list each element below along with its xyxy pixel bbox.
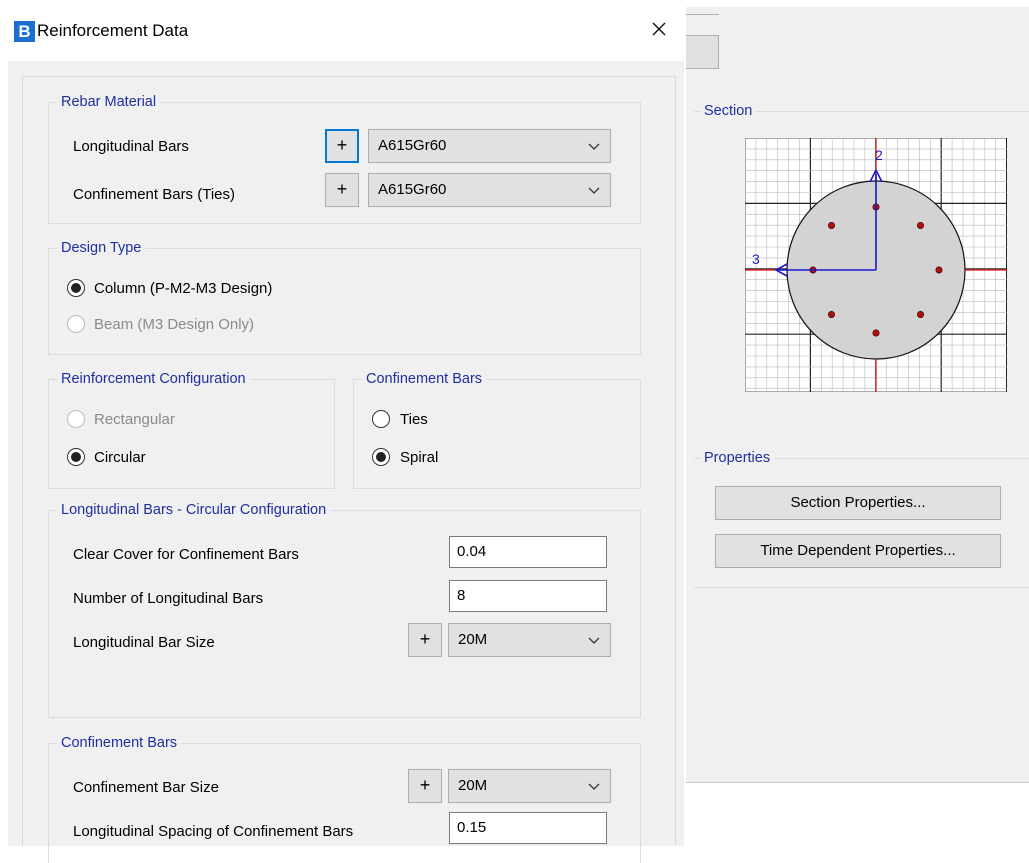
axis-3-label: 3 — [752, 251, 760, 267]
section-properties-button[interactable]: Section Properties... — [715, 486, 1001, 520]
properties-group: Properties — [694, 448, 1029, 588]
confinement-type-legend: Confinement Bars — [362, 369, 487, 389]
background-window: Section Properties Section Properties...… — [686, 0, 1029, 846]
longitudinal-bar-size-label: Longitudinal Bar Size — [73, 634, 215, 651]
rebar-dot — [828, 311, 836, 319]
chevron-down-icon — [588, 143, 600, 150]
clear-cover-input[interactable]: 0.04 — [449, 536, 607, 568]
confinement-bars-group: Confinement Bars — [48, 733, 641, 863]
confinement-spacing-input[interactable]: 0.15 — [449, 812, 607, 844]
circular-label: Circular — [94, 449, 146, 466]
app-logo-icon: B — [14, 21, 35, 42]
axis-2-label: 2 — [875, 147, 883, 163]
background-window-panel: Section Properties Section Properties...… — [686, 7, 1029, 783]
section-preview-canvas: 2 3 — [745, 138, 1007, 392]
add-longitudinal-material-button[interactable]: + — [325, 129, 359, 163]
properties-legend: Properties — [700, 448, 775, 468]
rebar-dot — [935, 266, 943, 274]
column-design-label: Column (P-M2-M3 Design) — [94, 280, 273, 297]
ties-radio[interactable] — [372, 410, 390, 428]
number-of-bars-value: 8 — [457, 587, 466, 604]
dialog-title: Reinforcement Data — [37, 21, 189, 40]
confinement-bars-ties-label: Confinement Bars (Ties) — [73, 186, 235, 203]
rebar-dot — [828, 222, 836, 230]
spiral-radio[interactable] — [372, 448, 390, 466]
confinement-spacing-value: 0.15 — [457, 819, 487, 836]
beam-design-label: Beam (M3 Design Only) — [94, 316, 255, 333]
confinement-bar-size-label: Confinement Bar Size — [73, 779, 219, 796]
longitudinal-material-value: A615Gr60 — [378, 137, 447, 154]
chevron-down-icon — [588, 783, 600, 790]
longitudinal-material-select[interactable]: A615Gr60 — [368, 129, 611, 163]
ties-label: Ties — [400, 411, 428, 428]
add-longitudinal-bar-size-button[interactable]: + — [408, 623, 442, 657]
column-design-radio[interactable] — [67, 279, 85, 297]
section-legend: Section — [700, 101, 757, 121]
longitudinal-bar-size-value: 20M — [458, 631, 488, 648]
longitudinal-bar-size-select[interactable]: 20M — [448, 623, 611, 657]
rectangular-radio[interactable] — [67, 410, 85, 428]
clear-cover-value: 0.04 — [457, 543, 487, 560]
time-dependent-properties-button[interactable]: Time Dependent Properties... — [715, 534, 1001, 568]
close-icon[interactable] — [646, 16, 672, 42]
number-of-bars-input[interactable]: 8 — [449, 580, 607, 612]
confinement-material-value: A615Gr60 — [378, 181, 447, 198]
rebar-dot — [917, 311, 925, 319]
reinforcement-data-dialog: B Reinforcement Data Rebar Material Long… — [0, 0, 686, 863]
longitudinal-bars-label: Longitudinal Bars — [73, 138, 189, 155]
dialog-titlebar[interactable]: B Reinforcement Data — [0, 0, 686, 62]
confinement-bars-legend: Confinement Bars — [57, 733, 182, 753]
confinement-bar-size-value: 20M — [458, 777, 488, 794]
clear-cover-label: Clear Cover for Confinement Bars — [73, 546, 299, 563]
background-partial-button[interactable] — [686, 35, 719, 69]
rectangular-label: Rectangular — [94, 411, 175, 428]
design-type-group: Design Type — [48, 238, 641, 355]
confinement-material-select[interactable]: A615Gr60 — [368, 173, 611, 207]
rebar-dot — [917, 222, 925, 230]
chevron-down-icon — [588, 637, 600, 644]
dialog-body: Rebar Material Longitudinal Bars + A615G… — [8, 61, 684, 863]
rebar-dot — [872, 329, 880, 337]
beam-design-radio[interactable] — [67, 315, 85, 333]
circular-radio[interactable] — [67, 448, 85, 466]
reinforcement-configuration-legend: Reinforcement Configuration — [57, 369, 250, 389]
rebar-material-legend: Rebar Material — [57, 92, 161, 112]
background-top-line — [686, 14, 719, 15]
confinement-bar-size-select[interactable]: 20M — [448, 769, 611, 803]
add-confinement-bar-size-button[interactable]: + — [408, 769, 442, 803]
circular-configuration-legend: Longitudinal Bars - Circular Configurati… — [57, 500, 331, 520]
reinforcement-configuration-group: Reinforcement Configuration — [48, 369, 335, 489]
add-confinement-material-button[interactable]: + — [325, 173, 359, 207]
spiral-label: Spiral — [400, 449, 439, 466]
confinement-type-group: Confinement Bars — [353, 369, 641, 489]
design-type-legend: Design Type — [57, 238, 146, 258]
confinement-spacing-label: Longitudinal Spacing of Confinement Bars — [73, 823, 354, 840]
number-of-bars-label: Number of Longitudinal Bars — [73, 590, 264, 607]
chevron-down-icon — [588, 187, 600, 194]
